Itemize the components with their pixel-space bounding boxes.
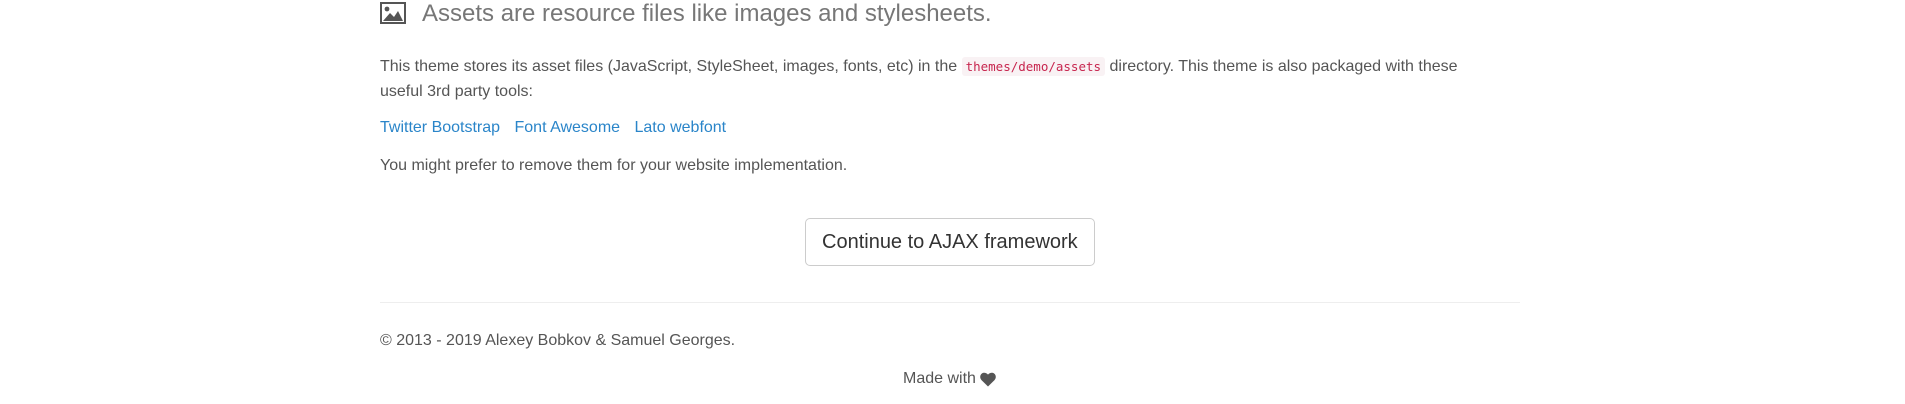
footer-made-with: Made with	[903, 369, 996, 389]
link-font-awesome[interactable]: Font Awesome	[515, 119, 621, 136]
link-twitter-bootstrap[interactable]: Twitter Bootstrap	[380, 119, 500, 136]
assets-path-code: themes/demo/assets	[961, 57, 1106, 76]
third-party-links: Twitter Bootstrap Font Awesome Lato webf…	[380, 116, 1520, 140]
made-with-text: Made with	[903, 370, 976, 387]
assets-description: This theme stores its asset files (JavaS…	[380, 54, 1500, 104]
footer-divider	[380, 302, 1520, 303]
assets-heading-text: Assets are resource files like images an…	[422, 0, 992, 27]
main-content: Assets are resource files like images an…	[380, 0, 1520, 178]
assets-note: You might prefer to remove them for your…	[380, 157, 848, 174]
assets-heading: Assets are resource files like images an…	[380, 0, 1520, 28]
heart-icon	[980, 372, 996, 387]
footer-copyright: © 2013 - 2019 Alexey Bobkov & Samuel Geo…	[380, 332, 736, 349]
continue-button[interactable]: Continue to AJAX framework	[805, 218, 1095, 266]
page: Assets are resource files like images an…	[0, 0, 1905, 404]
picture-icon	[380, 2, 408, 26]
description-before: This theme stores its asset files (JavaS…	[380, 58, 962, 75]
link-lato-webfont[interactable]: Lato webfont	[635, 119, 727, 136]
continue-button-wrap: Continue to AJAX framework	[805, 218, 1095, 266]
